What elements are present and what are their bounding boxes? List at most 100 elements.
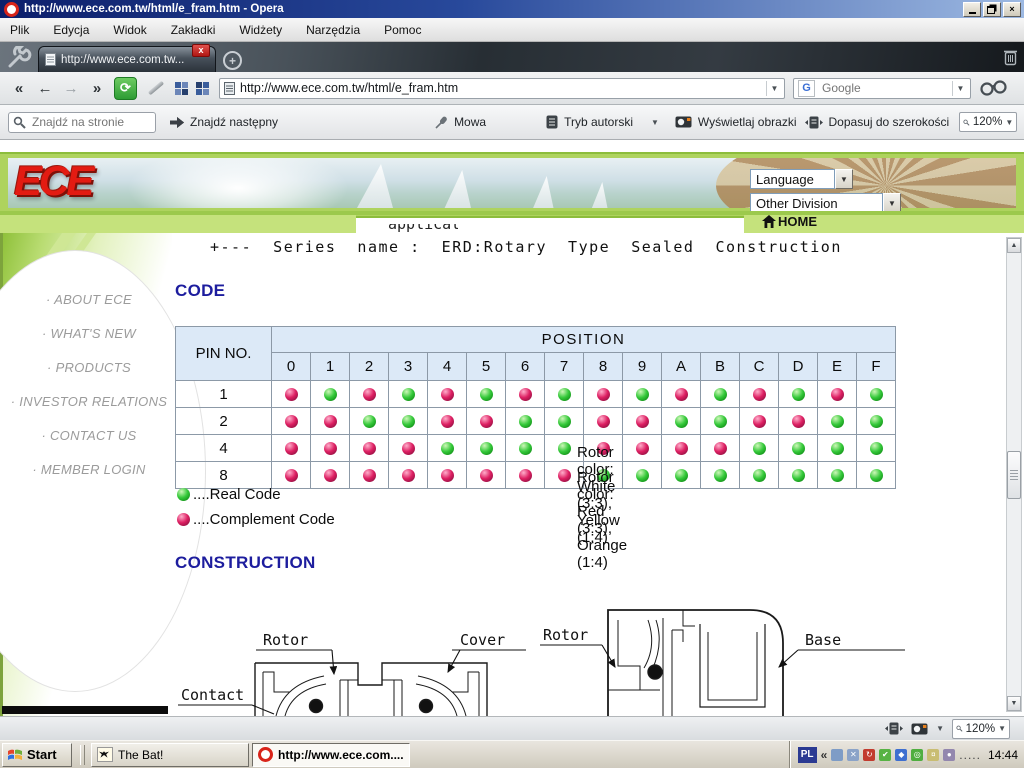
fit-width-button[interactable]: Dopasuj do szerokości: [805, 115, 950, 129]
find-on-page-field[interactable]: [8, 112, 156, 133]
language-indicator[interactable]: PL: [798, 747, 817, 763]
menu-plik[interactable]: Plik: [10, 23, 29, 37]
sidebar-item-about-ece[interactable]: · ABOUT ECE: [3, 292, 175, 307]
real-code-green-dot: [558, 415, 571, 428]
scrollbar-thumb[interactable]: [1007, 451, 1021, 499]
code-cell: [389, 381, 428, 408]
diagram-label-rotor-left: Rotor: [263, 631, 308, 649]
sidebar-item-contact-us[interactable]: · CONTACT US: [3, 428, 175, 443]
status-zoom-dropdown-icon[interactable]: ▼: [998, 724, 1006, 733]
camera-icon[interactable]: [911, 723, 928, 735]
task-label: http://www.ece.com....: [278, 748, 404, 762]
close-button[interactable]: ×: [1003, 2, 1021, 17]
menu-widok[interactable]: Widok: [113, 23, 146, 37]
tab-close-icon[interactable]: x: [192, 44, 210, 57]
legend-real-code: ....Real Code Rotor color: White (3:3), …: [177, 486, 281, 503]
sidebar-item-what-s-new[interactable]: · WHAT'S NEW: [3, 326, 175, 341]
new-tab-button[interactable]: +: [223, 51, 242, 70]
signal-icon[interactable]: ¤: [927, 749, 939, 761]
tab-active[interactable]: http://www.ece.com.tw...: [38, 46, 216, 72]
volume-icon[interactable]: ●: [943, 749, 955, 761]
show-images-button[interactable]: Wyświetlaj obrazki: [675, 115, 797, 129]
tray-overflow-icon[interactable]: «: [821, 748, 828, 762]
microphone-icon: [433, 115, 448, 129]
find-next-button[interactable]: Znajdź następny: [170, 115, 278, 129]
sidebar-item-member-login[interactable]: · MEMBER LOGIN: [3, 462, 175, 477]
menu-zakladki[interactable]: Zakładki: [171, 23, 216, 37]
status-zoom-select[interactable]: 120% ▼: [952, 719, 1010, 739]
minimize-button[interactable]: [963, 2, 981, 17]
author-mode-label: Tryb autorski: [564, 115, 633, 129]
scanner-icon[interactable]: ◎: [911, 749, 923, 761]
real-code-green-dot: [753, 469, 766, 482]
author-mode-dropdown-icon[interactable]: ▼: [651, 118, 659, 127]
complement-code-red-dot: [597, 388, 610, 401]
real-code-green-dot: [675, 415, 688, 428]
zoom-dropdown-icon[interactable]: ▼: [1005, 118, 1013, 127]
sidebar-item-investor-relations[interactable]: · INVESTOR RELATIONS: [3, 394, 175, 409]
division-dropdown-icon[interactable]: ▼: [883, 193, 901, 213]
back-button[interactable]: ←: [32, 80, 58, 97]
code-cell: [818, 435, 857, 462]
task-button-thebat[interactable]: The Bat!: [91, 743, 249, 767]
complement-code-red-dot: [402, 442, 415, 455]
menu-pomoc[interactable]: Pomoc: [384, 23, 421, 37]
network-error-icon[interactable]: ✕: [847, 749, 859, 761]
antivirus-shield-icon[interactable]: ✔: [879, 749, 891, 761]
code-cell: [740, 435, 779, 462]
code-cell: [701, 462, 740, 489]
url-field[interactable]: http://www.ece.com.tw/html/e_fram.htm ▼: [219, 78, 785, 99]
rewind-button[interactable]: «: [6, 80, 32, 97]
panels-wrench-icon[interactable]: [4, 46, 34, 70]
reload-icon[interactable]: ⟳: [114, 77, 137, 100]
fit-width-icon[interactable]: [885, 722, 903, 735]
images-dropdown-icon[interactable]: ▼: [936, 724, 944, 733]
start-button[interactable]: Start: [2, 743, 72, 767]
site-banner: ECE Language ▼ Other Division ▼: [0, 152, 1024, 218]
network-icon[interactable]: [831, 749, 843, 761]
search-dropdown-icon[interactable]: ▼: [952, 81, 968, 96]
find-input[interactable]: [30, 114, 154, 130]
rocket-icon[interactable]: ◆: [895, 749, 907, 761]
diagram-label-rotor-right: Rotor: [543, 626, 588, 644]
code-cell: [350, 381, 389, 408]
wand-icon[interactable]: [148, 81, 164, 96]
tile-view-icon[interactable]: [174, 81, 189, 96]
language-select[interactable]: Language ▼: [750, 169, 853, 189]
search-input[interactable]: [820, 80, 944, 96]
division-select[interactable]: Other Division ▼: [750, 193, 901, 213]
forward-button[interactable]: →: [58, 80, 84, 97]
position-header-C: C: [740, 353, 779, 381]
task-button-opera[interactable]: http://www.ece.com....: [252, 743, 410, 767]
site-logo[interactable]: ECE: [14, 160, 91, 202]
menu-widzety[interactable]: Widżety: [239, 23, 282, 37]
complement-code-red-dot: [831, 388, 844, 401]
opera-icon: [4, 2, 19, 17]
browser-status-bar: ▼ 120% ▼: [0, 716, 1024, 740]
complement-code-red-dot: [675, 388, 688, 401]
fast-forward-button[interactable]: »: [84, 80, 110, 97]
menu-edycja[interactable]: Edycja: [53, 23, 89, 37]
trash-icon[interactable]: [1003, 48, 1018, 66]
zoom-select[interactable]: 120% ▼: [959, 112, 1017, 132]
code-cell: [662, 408, 701, 435]
menu-narzedzia[interactable]: Narzędzia: [306, 23, 360, 37]
author-mode-button[interactable]: Tryb autorski ▼: [546, 115, 659, 129]
search-field[interactable]: G ▼: [793, 78, 971, 99]
sync-icon[interactable]: ↻: [863, 749, 875, 761]
glasses-icon[interactable]: [979, 79, 1009, 97]
speech-button[interactable]: Mowa: [433, 115, 486, 129]
real-code-label: ....Real Code: [193, 486, 281, 503]
sidebar-item-products[interactable]: · PRODUCTS: [3, 360, 175, 375]
real-code-green-dot: [675, 469, 688, 482]
restore-button[interactable]: [983, 2, 1001, 17]
cascade-view-icon[interactable]: [195, 81, 210, 96]
scroll-up-icon[interactable]: ▲: [1007, 238, 1021, 253]
url-dropdown-icon[interactable]: ▼: [766, 81, 782, 96]
code-cell: [584, 408, 623, 435]
language-dropdown-icon[interactable]: ▼: [835, 169, 853, 189]
home-link[interactable]: HOME: [762, 214, 817, 229]
scroll-down-icon[interactable]: ▼: [1007, 696, 1021, 711]
content-scrollbar[interactable]: ▲ ▼: [1006, 237, 1022, 712]
real-code-green-dot: [870, 442, 883, 455]
